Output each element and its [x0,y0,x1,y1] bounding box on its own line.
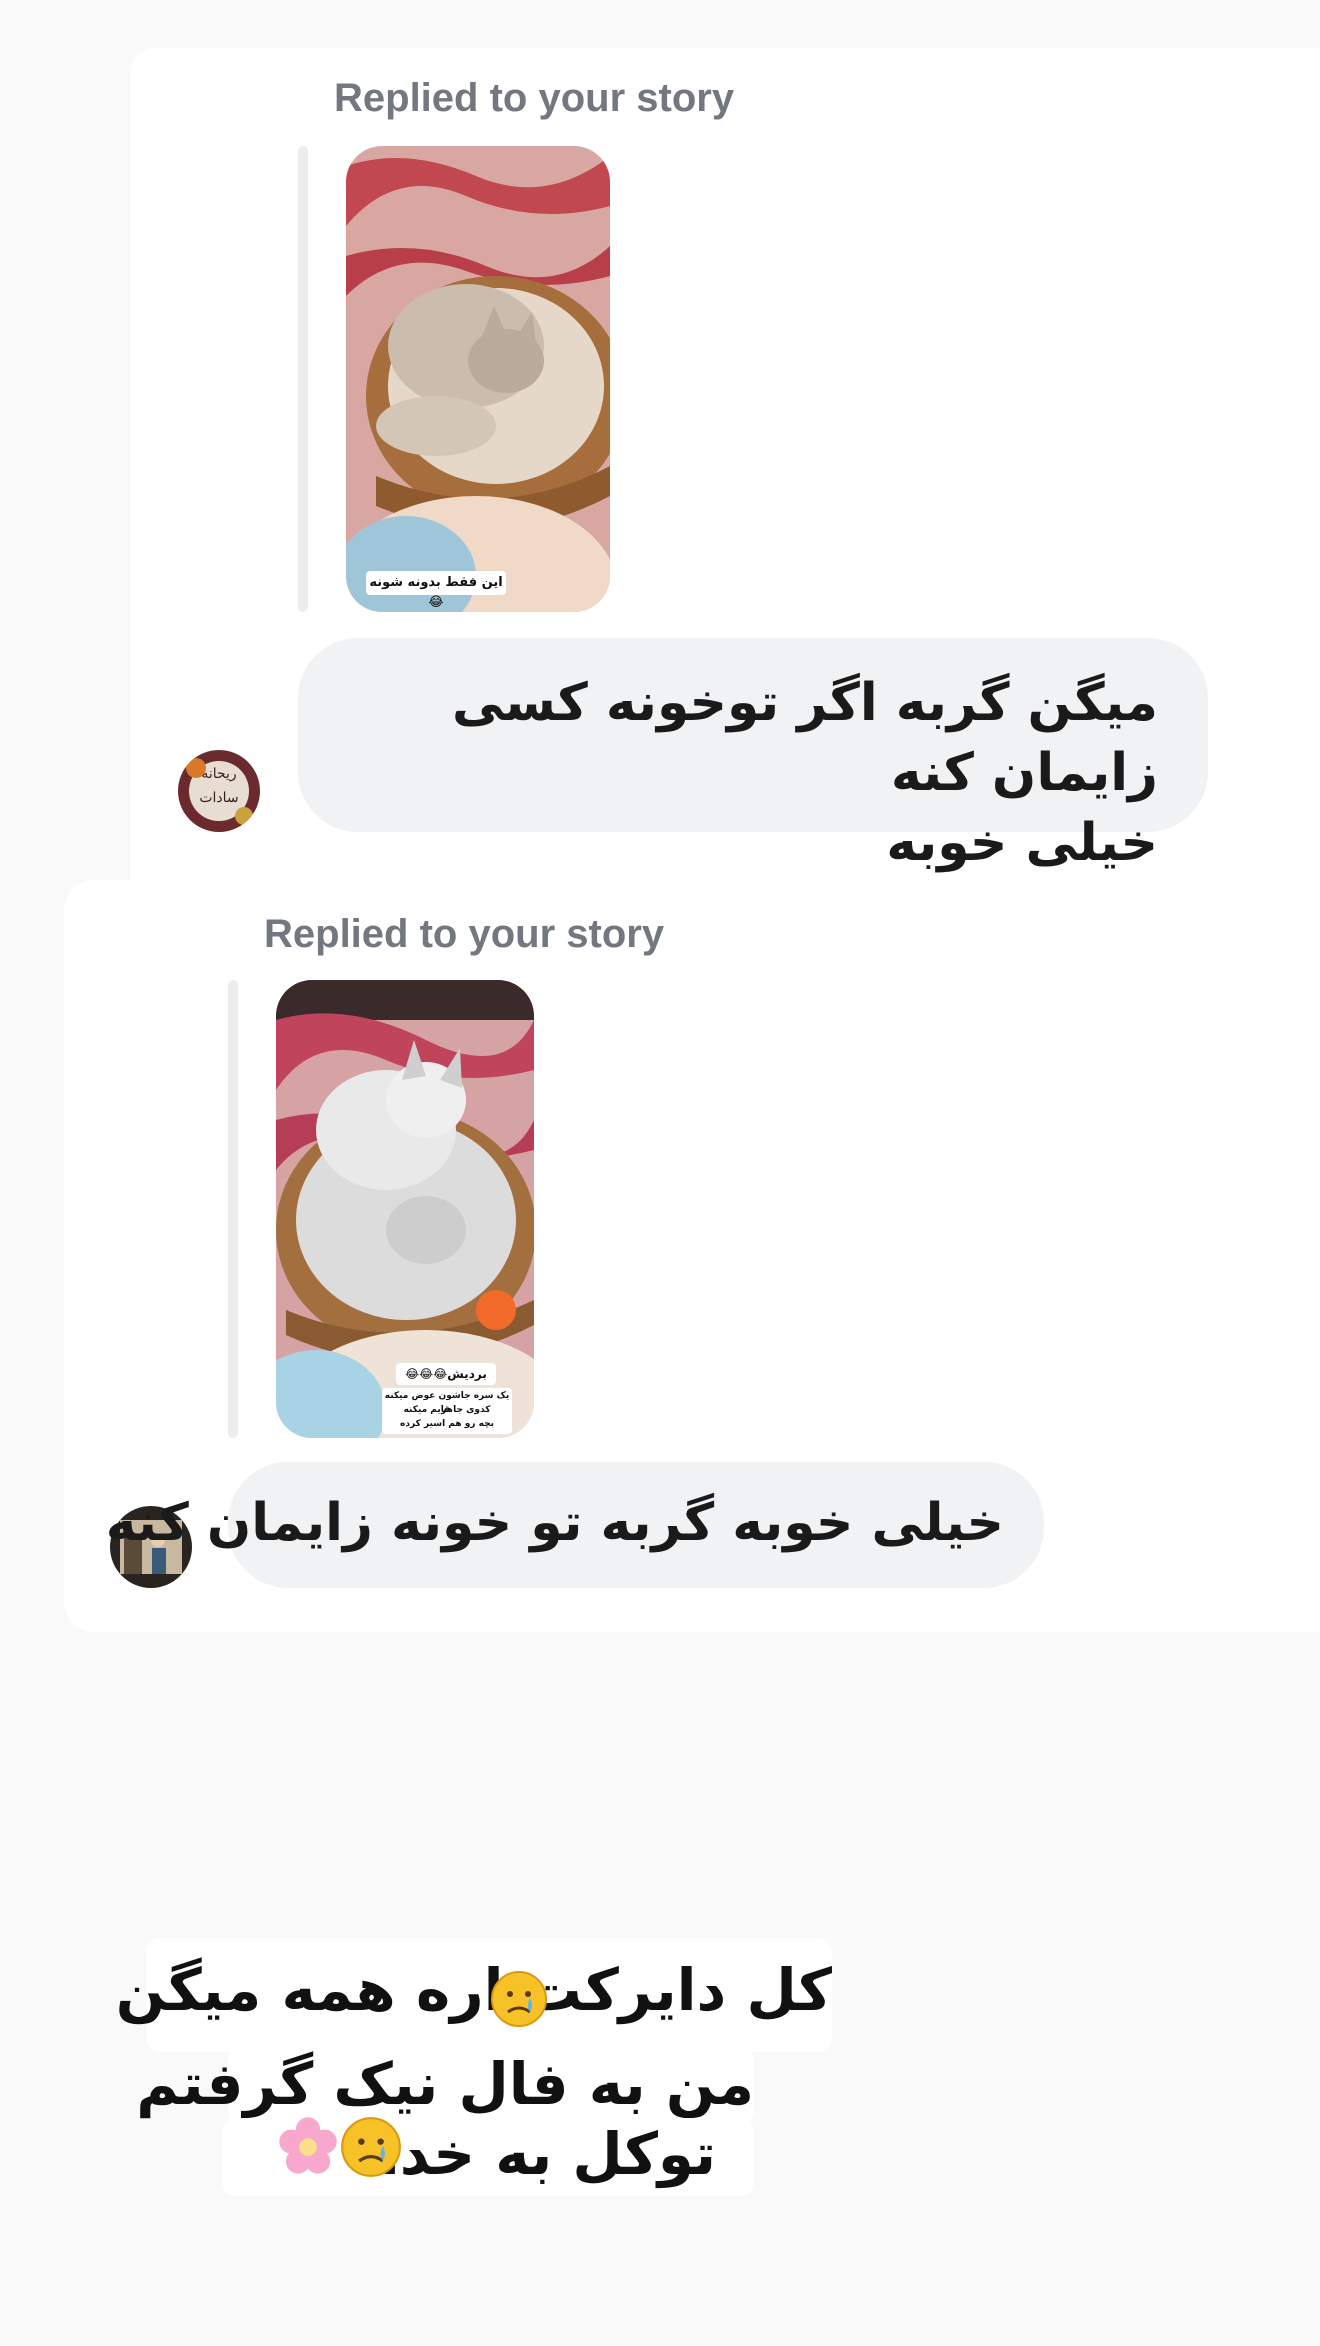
replied-to-story-label: Replied to your story [264,912,665,956]
reply-quote-bar [298,146,308,612]
overlay-caption-line1: کل دایرکت اره همه میگن [116,1938,832,2052]
story-caption-line3: بچه رو هم اسیر کرده [400,1419,494,1429]
story-caption-line2: کدوی جا قایم میکنه [403,1405,491,1415]
story-caption: این فقط بدونه شونه😂 [369,575,503,610]
crying-face-icon [341,2117,401,2177]
message-bubble[interactable]: خیلی خوبه گربه تو خونه زایمان کنه [105,1462,1044,1588]
message-text: خیلی خوبه گربه تو خونه زایمان کنه [105,1493,1004,1553]
flower-icon [279,2117,337,2174]
message-bubble[interactable]: میگن گربه اگر توخونه کسی زایمان کنه خیلی… [298,638,1208,873]
replied-to-story-label: Replied to your story [334,76,735,120]
story-thumbnail[interactable]: بردیش😂😂😂 یک سره جاشون عوض میکنه هر کدوی … [276,980,534,1438]
avatar-text-line2: سادات [199,790,239,806]
crying-face-icon [491,1971,547,2027]
avatar-text-line1: ریحانه [201,766,237,782]
story-thumbnail[interactable]: این فقط بدونه شونه😂 [346,146,610,612]
avatar[interactable]: ریحانه سادات [178,750,260,832]
reply-quote-bar [228,980,238,1438]
message-text-line2: خیلی خوبه [886,813,1158,873]
message-text-line1: میگن گربه اگر توخونه کسی زایمان کنه [452,673,1158,803]
story-caption-title: بردیش😂😂😂 [405,1367,487,1381]
